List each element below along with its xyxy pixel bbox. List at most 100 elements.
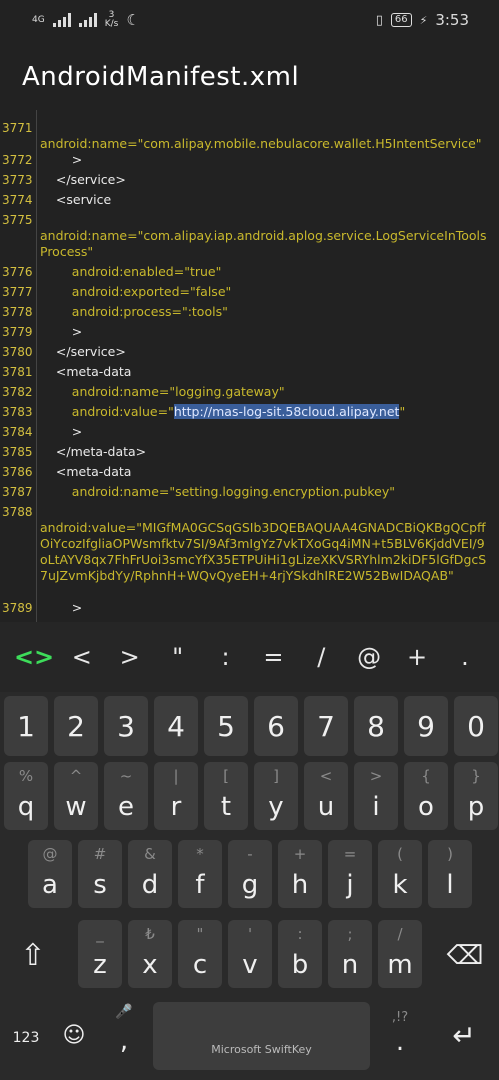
- letter-key[interactable]: ^ w: [54, 762, 98, 830]
- key-label: 4: [167, 710, 185, 743]
- letter-key[interactable]: _ z: [78, 920, 122, 988]
- symbol-key[interactable]: ": [158, 643, 198, 671]
- letter-key[interactable]: ; n: [328, 920, 372, 988]
- key-hint: +: [293, 845, 307, 863]
- attr-suffix: ": [399, 404, 406, 419]
- selected-text[interactable]: http://mas-log-sit.58cloud.alipay.net: [173, 404, 400, 419]
- key-label: y: [268, 792, 284, 822]
- letter-key[interactable]: | r: [154, 762, 198, 830]
- letter-key[interactable]: :b: [278, 920, 322, 988]
- letter-key[interactable]: ) l: [428, 840, 472, 908]
- key-label: 2: [67, 710, 85, 743]
- key-hint: {: [421, 767, 431, 785]
- number-key[interactable]: 1: [4, 696, 48, 756]
- symbol-key[interactable]: =: [253, 643, 293, 671]
- numbers-mode-key[interactable]: 123: [4, 1010, 48, 1066]
- number-key[interactable]: 3: [104, 696, 148, 756]
- letter-key[interactable]: = j: [328, 840, 372, 908]
- letter-key[interactable]: % q: [4, 762, 48, 830]
- number-key[interactable]: 7: [304, 696, 348, 756]
- letter-key[interactable]: } p: [454, 762, 498, 830]
- letter-key[interactable]: ' v: [228, 920, 272, 988]
- key-label: h: [291, 870, 309, 900]
- line-number: 3778: [2, 305, 33, 319]
- symbol-key[interactable]: <: [62, 643, 102, 671]
- letter-key[interactable]: + h: [278, 840, 322, 908]
- number-key[interactable]: 2: [54, 696, 98, 756]
- emoji-key-icon[interactable]: ☺: [52, 1008, 96, 1064]
- space-key[interactable]: Microsoft SwiftKey: [153, 1002, 370, 1070]
- letter-key[interactable]: ] y: [254, 762, 298, 830]
- code-editor[interactable]: 3771 android:name="com.alipay.mobile.nebu…: [0, 110, 499, 622]
- key-label: 0: [467, 710, 485, 743]
- key-label: 5: [217, 710, 235, 743]
- letter-key[interactable]: * f: [178, 840, 222, 908]
- signal-icon-2: [78, 13, 97, 27]
- key-hint: |: [173, 767, 179, 785]
- symbol-key[interactable]: +: [397, 643, 437, 671]
- number-key[interactable]: 4: [154, 696, 198, 756]
- symbol-key[interactable]: :: [206, 643, 246, 671]
- key-label: s: [93, 870, 107, 900]
- letter-key[interactable]: & d: [128, 840, 172, 908]
- key-hint: =: [343, 845, 357, 863]
- key-hint: ^: [69, 767, 83, 785]
- code-toggle-icon[interactable]: <>: [14, 643, 54, 671]
- key-label: b: [291, 950, 309, 980]
- letter-key[interactable]: ~ e: [104, 762, 148, 830]
- letter-key[interactable]: # s: [78, 840, 122, 908]
- symbol-key[interactable]: @: [349, 643, 389, 671]
- letter-key[interactable]: > i: [354, 762, 398, 830]
- key-hint: [: [223, 767, 229, 785]
- enter-key-icon[interactable]: ↵: [436, 1008, 492, 1064]
- number-key[interactable]: 5: [204, 696, 248, 756]
- code-text: android:value="http://mas-log-sit.58clou…: [40, 404, 491, 420]
- key-hint: %: [18, 767, 34, 785]
- punct-hint: ,!?: [391, 1010, 409, 1025]
- code-text: android:process=":tools": [40, 304, 228, 319]
- code-text: android:name="setting.logging.encryption…: [40, 484, 396, 499]
- period-key[interactable]: ,!?.: [376, 1002, 424, 1070]
- key-label: m: [387, 950, 413, 980]
- key-hint: :: [297, 925, 303, 943]
- charging-icon: ⚡: [419, 13, 428, 27]
- comma-label: ,: [119, 1026, 129, 1056]
- comma-key[interactable]: 🎤,: [100, 1002, 148, 1070]
- letter-key[interactable]: [t: [204, 762, 248, 830]
- title-bar: AndroidManifest.xml: [0, 40, 499, 110]
- letter-key[interactable]: -g: [228, 840, 272, 908]
- code-text: >: [40, 424, 83, 439]
- number-key[interactable]: 8: [354, 696, 398, 756]
- moon-icon: ☾: [126, 11, 140, 29]
- letter-key[interactable]: < u: [304, 762, 348, 830]
- letter-key[interactable]: {o: [404, 762, 448, 830]
- key-label: 6: [267, 710, 285, 743]
- code-text: </meta-data>: [40, 444, 147, 459]
- line-number: 3788: [2, 505, 33, 519]
- line-number: 3780: [2, 345, 33, 359]
- symbol-key[interactable]: .: [445, 643, 485, 671]
- number-key[interactable]: 0: [454, 696, 498, 756]
- shift-key-icon[interactable]: ⇧: [8, 924, 58, 988]
- key-hint: }: [471, 767, 481, 785]
- key-hint: &: [144, 845, 156, 863]
- letter-key[interactable]: ₺ x: [128, 920, 172, 988]
- letter-key[interactable]: (k: [378, 840, 422, 908]
- number-key[interactable]: 9: [404, 696, 448, 756]
- key-hint: *: [196, 845, 204, 863]
- letter-key[interactable]: " c: [178, 920, 222, 988]
- battery-icon: 66: [390, 13, 412, 27]
- line-number: 3787: [2, 485, 33, 499]
- microphone-icon: 🎤: [115, 1004, 133, 1020]
- letter-key[interactable]: @ a: [28, 840, 72, 908]
- gutter-divider: [36, 110, 37, 622]
- code-text: android:enabled="true": [40, 264, 222, 279]
- letter-key[interactable]: / m: [378, 920, 422, 988]
- backspace-key-icon[interactable]: ⌫: [438, 924, 492, 988]
- code-text: </service>: [40, 344, 126, 359]
- number-key[interactable]: 6: [254, 696, 298, 756]
- symbol-key[interactable]: /: [301, 643, 341, 671]
- symbol-key[interactable]: >: [110, 643, 150, 671]
- code-text: >: [40, 324, 83, 339]
- key-hint: @: [42, 845, 58, 863]
